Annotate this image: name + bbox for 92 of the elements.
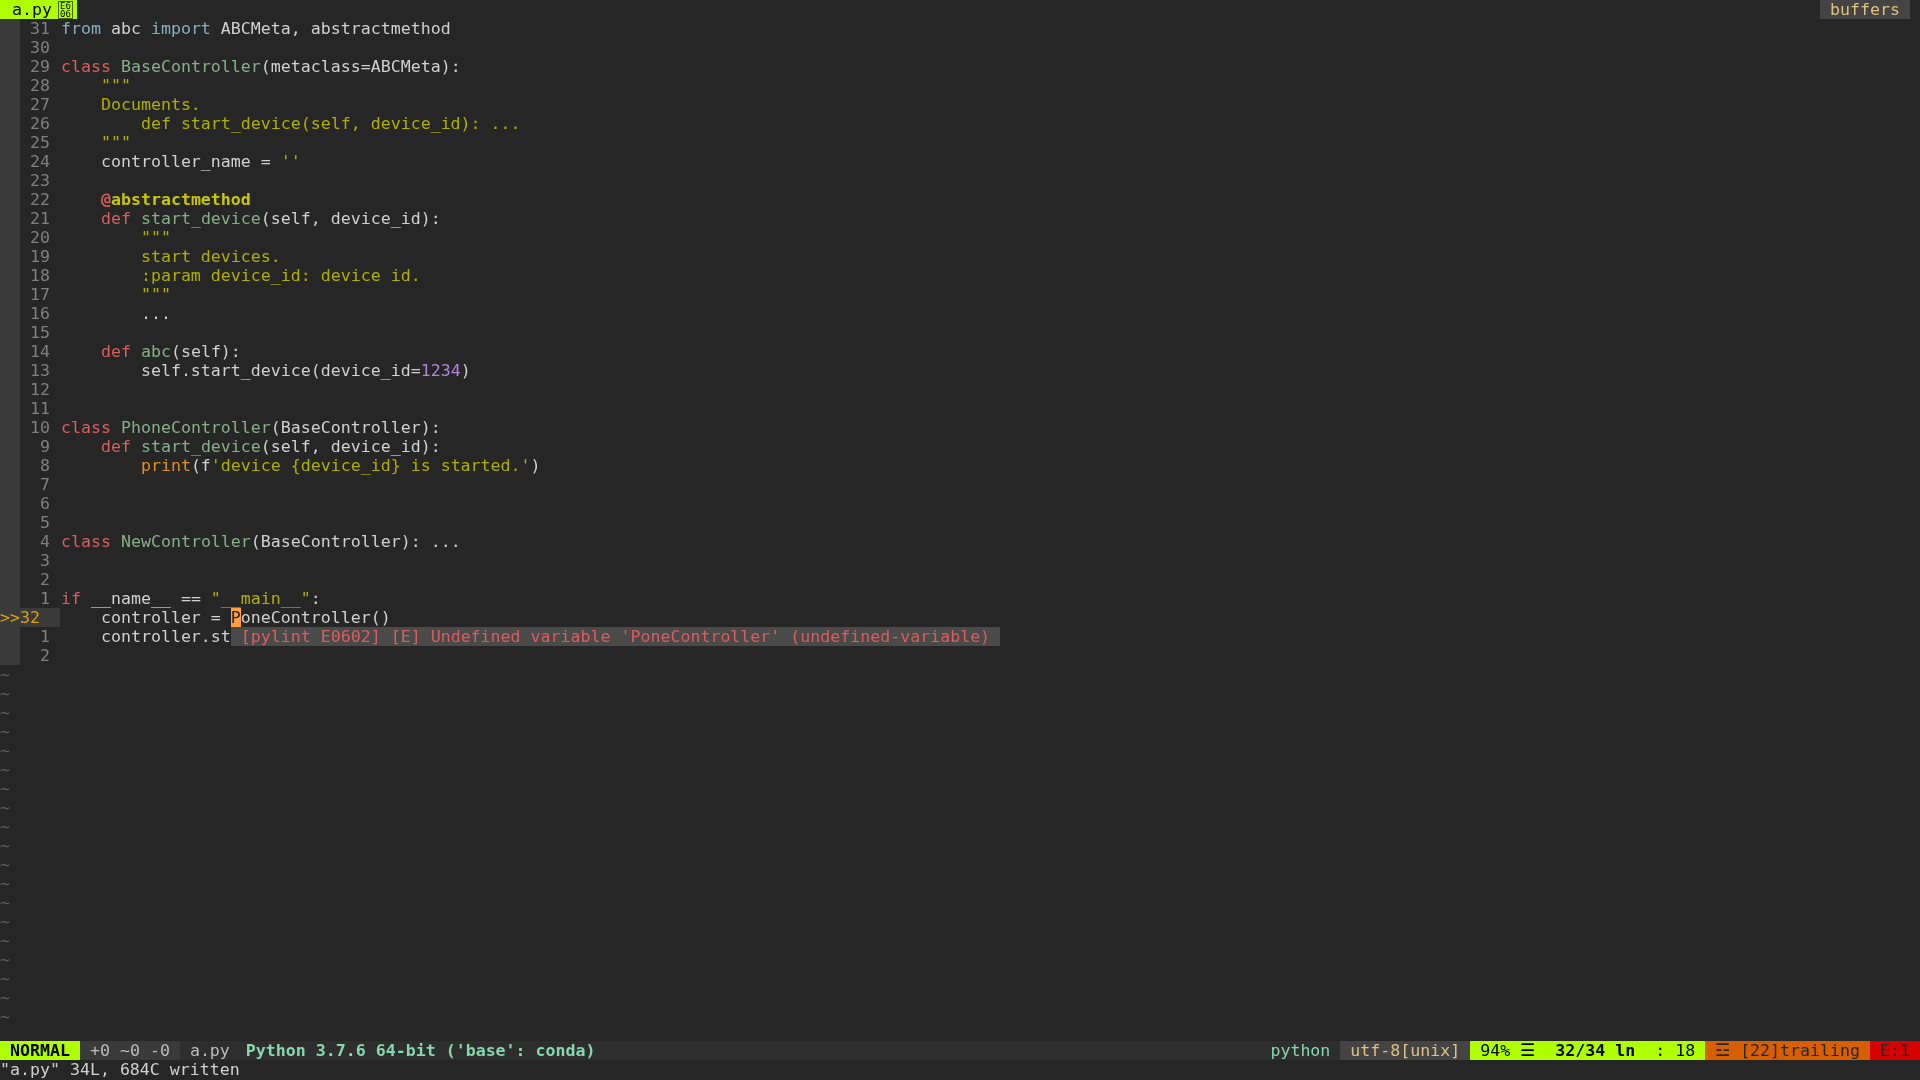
line-number: 3 [39, 551, 50, 570]
line-number: 22 [29, 190, 50, 209]
line-number: 9 [39, 437, 50, 456]
code-line: controller = PoneController() [99, 608, 391, 627]
code-line: def start_device(self, device_id): [99, 437, 441, 456]
position-label: 32/34 ln [1555, 1041, 1636, 1060]
column-label: : 18 [1655, 1041, 1696, 1060]
tilde-marker: ~ [0, 741, 10, 760]
line-number: 5 [39, 513, 50, 532]
line-number: 19 [29, 247, 50, 266]
tilde-marker: ~ [0, 779, 10, 798]
filetype-label: python [1269, 1041, 1332, 1060]
code-line: controller.st [99, 627, 231, 646]
code-line: """ [139, 228, 171, 247]
line-number: 25 [29, 133, 50, 152]
tilde-marker: ~ [0, 893, 10, 912]
tilde-marker: ~ [0, 855, 10, 874]
line-number: 6 [39, 494, 50, 513]
code-line: @abstractmethod [99, 190, 251, 209]
line-number: 20 [29, 228, 50, 247]
code-line: start devices. [139, 247, 281, 266]
code-line: :param device_id: device id. [139, 266, 421, 285]
code-line: Documents. [99, 95, 201, 114]
tilde-marker: ~ [0, 1007, 10, 1026]
file-name: a.py [188, 1041, 231, 1060]
tilde-marker: ~ [0, 817, 10, 836]
line-number: 12 [29, 380, 50, 399]
line-number: 4 [39, 532, 50, 551]
code-line: class BaseController(metaclass=ABCMeta): [61, 57, 461, 76]
line-number: 32 [20, 608, 60, 627]
line-number: 28 [29, 76, 50, 95]
tilde-marker: ~ [0, 931, 10, 950]
code-line: """ [99, 133, 131, 152]
tilde-marker: ~ [0, 836, 10, 855]
code-line: print(f'device {device_id} is started.') [139, 456, 541, 475]
percent-label: 94% ☰ [1480, 1041, 1536, 1060]
tilde-marker: ~ [0, 760, 10, 779]
line-number: 24 [29, 152, 50, 171]
tilde-marker: ~ [0, 874, 10, 893]
tilde-marker: ~ [0, 703, 10, 722]
code-line: ... [139, 304, 171, 323]
code-line: """ [139, 285, 171, 304]
code-line: if __name__ == "__main__": [61, 589, 321, 608]
code-line: def start_device(self, device_id): [99, 209, 441, 228]
code-line: """ [99, 76, 131, 95]
diagnostic-message: [pylint E0602] [E] Undefined variable 'PoneController' (undefined-variable) [230, 627, 1001, 646]
line-number: 8 [39, 456, 50, 475]
line-number: 2 [39, 570, 50, 589]
tilde-marker: ~ [0, 969, 10, 988]
glyph-code: E6 06 [57, 0, 73, 19]
tilde-marker: ~ [0, 798, 10, 817]
line-number: 21 [29, 209, 50, 228]
line-number: 17 [29, 285, 50, 304]
line-number: 7 [39, 475, 50, 494]
line-number: 31 [29, 19, 50, 38]
mode-indicator: NORMAL [0, 1041, 80, 1060]
sign-marker: >> [0, 608, 20, 627]
encoding-label: utf-8[unix] [1340, 1041, 1471, 1060]
code-line: controller_name = '' [99, 152, 301, 171]
line-number: 2 [39, 646, 50, 665]
tilde-marker: ~ [0, 722, 10, 741]
tilde-marker: ~ [0, 684, 10, 703]
tilde-marker: ~ [0, 988, 10, 1007]
interpreter-label: Python 3.7.6 64-bit ('base': conda) [244, 1041, 597, 1060]
diff-summary: +0 ~0 -0 [79, 1041, 180, 1060]
buffers-label: buffers [1820, 0, 1910, 19]
code-line: def start_device(self, device_id): ... [139, 114, 521, 133]
line-number: 26 [29, 114, 50, 133]
code-line: def abc(self): [99, 342, 241, 361]
code-line: self.start_device(device_id=1234) [139, 361, 471, 380]
line-number: 18 [29, 266, 50, 285]
line-number: 1 [39, 627, 50, 646]
code-line: class NewController(BaseController): ... [61, 532, 461, 551]
line-number: 16 [29, 304, 50, 323]
line-number: 27 [29, 95, 50, 114]
warning-indicator: ☲ [22]trailing [1705, 1041, 1870, 1060]
tilde-marker: ~ [0, 665, 10, 684]
command-message: "a.py" 34L, 684C written [0, 1060, 240, 1079]
line-number: 15 [29, 323, 50, 342]
line-number: 14 [29, 342, 50, 361]
line-number: 11 [29, 399, 50, 418]
error-indicator: E:1 [1870, 1041, 1920, 1060]
line-number: 29 [29, 57, 50, 76]
code-line: from abc import ABCMeta, abstractmethod [61, 19, 451, 38]
line-number: 10 [29, 418, 50, 437]
tilde-marker: ~ [0, 912, 10, 931]
line-number: 23 [29, 171, 50, 190]
line-number: 1 [39, 589, 50, 608]
line-number: 13 [29, 361, 50, 380]
tilde-marker: ~ [0, 950, 10, 969]
code-line: class PhoneController(BaseController): [61, 418, 441, 437]
line-number: 30 [29, 38, 50, 57]
